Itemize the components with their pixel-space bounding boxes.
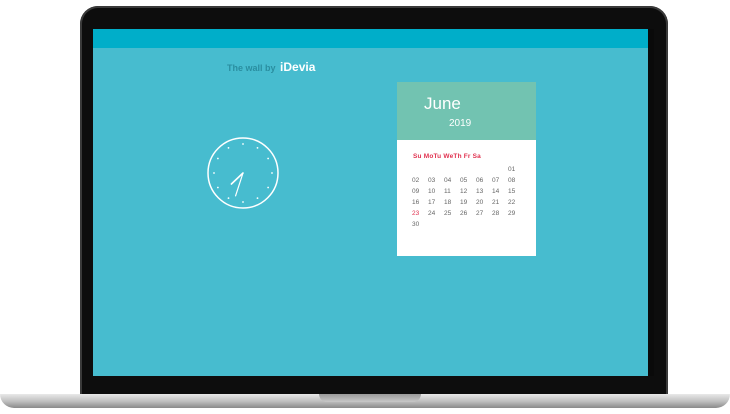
- calendar-day[interactable]: 16: [412, 199, 428, 207]
- calendar-day: [460, 166, 476, 174]
- calendar-day: [492, 166, 508, 174]
- top-bar: [93, 29, 654, 48]
- calendar-day[interactable]: 04: [444, 177, 460, 185]
- clock-tick: [216, 186, 219, 189]
- calendar-day[interactable]: 12: [460, 188, 476, 196]
- calendar-day[interactable]: 17: [428, 199, 444, 207]
- clock-tick: [227, 197, 230, 200]
- clock-tick: [271, 172, 273, 174]
- calendar-day[interactable]: 13: [476, 188, 492, 196]
- calendar-day[interactable]: 07: [492, 177, 508, 185]
- calendar-month: June: [424, 94, 461, 113]
- calendar-day[interactable]: 08: [508, 177, 524, 185]
- calendar-weekdays: Su MoTu WeTh Fr Sa: [413, 153, 481, 160]
- calendar-day[interactable]: 05: [460, 177, 476, 185]
- desktop-screen: The wall by iDevia June 2019 Su MoTu WeT…: [93, 29, 654, 376]
- clock-tick: [242, 143, 244, 145]
- calendar-day[interactable]: 14: [492, 188, 508, 196]
- calendar-day[interactable]: 25: [444, 210, 460, 218]
- clock-tick: [256, 146, 259, 149]
- brand-logo: The wall by iDevia: [227, 60, 315, 74]
- calendar-day[interactable]: 11: [444, 188, 460, 196]
- calendar-day: [428, 221, 444, 229]
- calendar-year: 2019: [449, 118, 472, 129]
- brand-prefix: The wall by: [227, 63, 276, 73]
- calendar-day[interactable]: 10: [428, 188, 444, 196]
- calendar-day: [492, 221, 508, 229]
- clock-tick: [227, 146, 230, 149]
- calendar-day[interactable]: 26: [460, 210, 476, 218]
- calendar-day[interactable]: 01: [508, 166, 524, 174]
- calendar-day: [460, 221, 476, 229]
- clock-tick: [256, 197, 259, 200]
- analog-clock-widget: [207, 137, 279, 209]
- clock-tick: [213, 172, 215, 174]
- calendar-day[interactable]: 28: [492, 210, 508, 218]
- calendar-day: [428, 166, 444, 174]
- calendar-day[interactable]: 22: [508, 199, 524, 207]
- clock-tick: [242, 201, 244, 203]
- calendar-day[interactable]: 23: [412, 210, 428, 218]
- clock-tick: [267, 157, 270, 160]
- calendar-day[interactable]: 15: [508, 188, 524, 196]
- calendar-day[interactable]: 06: [476, 177, 492, 185]
- calendar-day[interactable]: 18: [444, 199, 460, 207]
- calendar-day[interactable]: 03: [428, 177, 444, 185]
- screen-edge: [648, 29, 654, 376]
- calendar-day: [444, 221, 460, 229]
- calendar-day: [476, 166, 492, 174]
- calendar-header: June 2019: [397, 82, 536, 140]
- clock-tick: [267, 186, 270, 189]
- calendar-widget: June 2019 Su MoTu WeTh Fr Sa 01 02 03 04 05 0…: [397, 82, 536, 256]
- calendar-day[interactable]: 24: [428, 210, 444, 218]
- calendar-day[interactable]: 20: [476, 199, 492, 207]
- calendar-day: [508, 221, 524, 229]
- calendar-day[interactable]: 09: [412, 188, 428, 196]
- calendar-day[interactable]: 29: [508, 210, 524, 218]
- clock-tick: [216, 157, 219, 160]
- calendar-day: [444, 166, 460, 174]
- calendar-grid: 01 02 03 04 05 06 07 08 09 10 11 12 13 14 15 16 17 18 19 20…: [412, 166, 524, 229]
- calendar-day[interactable]: 30: [412, 221, 428, 229]
- calendar-day[interactable]: 19: [460, 199, 476, 207]
- laptop-notch: [319, 394, 421, 402]
- calendar-day: [476, 221, 492, 229]
- calendar-day: [412, 166, 428, 174]
- brand-name: iDevia: [280, 60, 316, 74]
- calendar-day[interactable]: 02: [412, 177, 428, 185]
- calendar-day[interactable]: 21: [492, 199, 508, 207]
- calendar-day[interactable]: 27: [476, 210, 492, 218]
